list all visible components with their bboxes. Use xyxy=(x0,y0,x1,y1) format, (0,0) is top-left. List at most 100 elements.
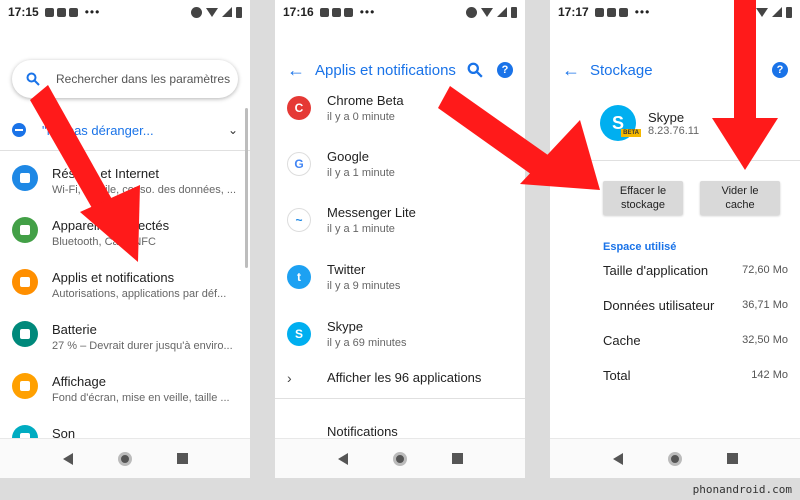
storage-stat-row: Taille d'application 72,60 Mo xyxy=(603,260,788,280)
nav-recents-button[interactable] xyxy=(176,453,188,464)
help-icon[interactable]: ? xyxy=(772,62,788,78)
dnd-label: "Ne pas déranger... xyxy=(42,122,154,138)
storage-stat-label: Cache xyxy=(603,332,641,348)
status-time: 17:16 xyxy=(283,5,314,19)
app-item-last-used: il y a 69 minutes xyxy=(327,336,407,349)
notification-icon xyxy=(319,7,329,17)
dnd-icon xyxy=(12,123,26,137)
wifi-icon xyxy=(206,7,218,17)
help-icon[interactable]: ? xyxy=(497,62,513,78)
search-icon[interactable] xyxy=(467,62,483,78)
storage-stat-value: 142 Mo xyxy=(751,369,788,381)
search-icon xyxy=(26,72,40,86)
signal-icon xyxy=(772,7,782,17)
search-placeholder: Rechercher dans les paramètres xyxy=(56,72,231,86)
settings-item-subtitle: Autorisations, applications par déf... xyxy=(52,288,227,300)
chevron-down-icon[interactable]: ⌄ xyxy=(228,123,238,137)
phone-screen-storage: 17:17 ••• ← Stockage ? S BETA Skype 8.23.… xyxy=(550,0,800,478)
app-item-name: Google xyxy=(327,148,369,164)
settings-category-icon xyxy=(12,217,38,243)
settings-item-title: Appareils connectés xyxy=(52,218,170,233)
signal-icon xyxy=(222,7,232,17)
watermark: phonandroid.com xyxy=(692,483,792,496)
app-list-item[interactable]: G Google il y a 1 minute xyxy=(275,136,525,192)
messenger-icon xyxy=(68,7,78,17)
status-bar: 17:15 ••• xyxy=(0,0,250,24)
storage-stat-label: Données utilisateur xyxy=(603,297,715,313)
scrollbar[interactable] xyxy=(245,108,248,268)
app-item-name: Messenger Lite xyxy=(327,204,416,220)
app-name: Skype xyxy=(648,109,685,125)
phone-screen-settings: 17:15 ••• Rechercher dans les paramètres… xyxy=(0,0,250,478)
nav-home-button[interactable] xyxy=(667,451,682,466)
page-title: Stockage xyxy=(590,61,653,79)
dnd-suggestion[interactable]: "Ne pas déranger... ⌄ xyxy=(12,118,238,142)
divider xyxy=(550,160,800,161)
nav-bar xyxy=(550,438,800,478)
app-icon: G xyxy=(287,152,311,176)
dnd-status-icon xyxy=(741,6,752,18)
clear-cache-button[interactable]: Vider le cache xyxy=(700,181,780,215)
nav-bar xyxy=(275,438,525,478)
storage-stat-row: Cache 32,50 Mo xyxy=(603,330,788,350)
settings-category-icon xyxy=(12,269,38,295)
dnd-status-icon xyxy=(191,6,202,18)
settings-item[interactable]: Affichage Fond d'écran, mise en veille, t… xyxy=(0,365,250,417)
app-list-item[interactable]: C Chrome Beta il y a 0 minute xyxy=(275,80,525,136)
notification-icon xyxy=(594,7,604,17)
phone-screen-apps: 17:16 ••• ← Applis et notifications ? CC… xyxy=(275,0,525,478)
app-item-name: Skype xyxy=(327,318,364,334)
app-item-last-used: il y a 1 minute xyxy=(327,222,395,235)
battery-icon xyxy=(786,6,792,18)
settings-category-icon xyxy=(12,373,38,399)
storage-stat-label: Total xyxy=(603,367,631,383)
app-icon: t xyxy=(287,265,311,289)
settings-item[interactable]: Réseau et Internet Wi-Fi, mobile, conso. … xyxy=(0,157,250,209)
app-item-last-used: il y a 0 minute xyxy=(327,110,395,123)
status-bar: 17:16 ••• xyxy=(275,0,525,24)
settings-item-subtitle: Wi-Fi, mobile, conso. des données, ... xyxy=(52,184,237,196)
wifi-icon xyxy=(481,7,493,17)
back-arrow-icon[interactable]: ← xyxy=(562,60,590,81)
notification-icon xyxy=(44,7,54,17)
settings-item[interactable]: Appareils connectés Bluetooth, Cast, NFC xyxy=(0,209,250,261)
status-time: 17:15 xyxy=(8,5,39,19)
battery-icon xyxy=(511,6,517,18)
settings-category-icon xyxy=(12,165,38,191)
nav-home-button[interactable] xyxy=(117,451,132,466)
clear-storage-button[interactable]: Effacer le stockage xyxy=(603,181,683,215)
messenger-icon xyxy=(343,7,353,17)
settings-item-subtitle: Bluetooth, Cast, NFC xyxy=(52,236,156,248)
storage-stat-value: 72,60 Mo xyxy=(742,264,788,276)
back-arrow-icon[interactable]: ← xyxy=(287,60,315,81)
settings-item-title: Batterie xyxy=(52,322,97,337)
app-list-item[interactable]: ~ Messenger Lite il y a 1 minute xyxy=(275,192,525,248)
storage-stat-value: 36,71 Mo xyxy=(742,299,788,311)
app-list-item[interactable]: t Twitter il y a 9 minutes xyxy=(275,249,525,305)
nav-back-button[interactable] xyxy=(612,452,623,465)
settings-item[interactable]: Batterie 27 % – Devrait durer jusqu'à env… xyxy=(0,313,250,365)
divider xyxy=(0,150,250,151)
wifi-icon xyxy=(756,7,768,17)
app-item-name: Chrome Beta xyxy=(327,92,404,108)
settings-search-bar[interactable]: Rechercher dans les paramètres xyxy=(12,60,238,98)
app-icon: S xyxy=(287,322,311,346)
clear-cache-label-1: Vider le xyxy=(721,185,759,197)
app-item-last-used: il y a 1 minute xyxy=(327,166,395,179)
nav-back-button[interactable] xyxy=(337,452,348,465)
settings-item-title: Réseau et Internet xyxy=(52,166,159,181)
divider xyxy=(275,398,525,399)
nav-recents-button[interactable] xyxy=(451,453,463,464)
app-item-last-used: il y a 9 minutes xyxy=(327,279,401,292)
skype-app-icon: S BETA xyxy=(600,105,641,141)
clear-storage-label-1: Effacer le xyxy=(619,185,667,197)
settings-item[interactable]: Applis et notifications Autorisations, ap… xyxy=(0,261,250,313)
storage-stat-label: Taille d'application xyxy=(603,262,709,278)
nav-recents-button[interactable] xyxy=(726,453,738,464)
nav-back-button[interactable] xyxy=(62,452,73,465)
beta-badge: BETA xyxy=(621,129,641,137)
app-icon: ~ xyxy=(287,208,311,232)
storage-stat-value: 32,50 Mo xyxy=(742,334,788,346)
nav-home-button[interactable] xyxy=(392,451,407,466)
dnd-status-icon xyxy=(466,6,477,18)
